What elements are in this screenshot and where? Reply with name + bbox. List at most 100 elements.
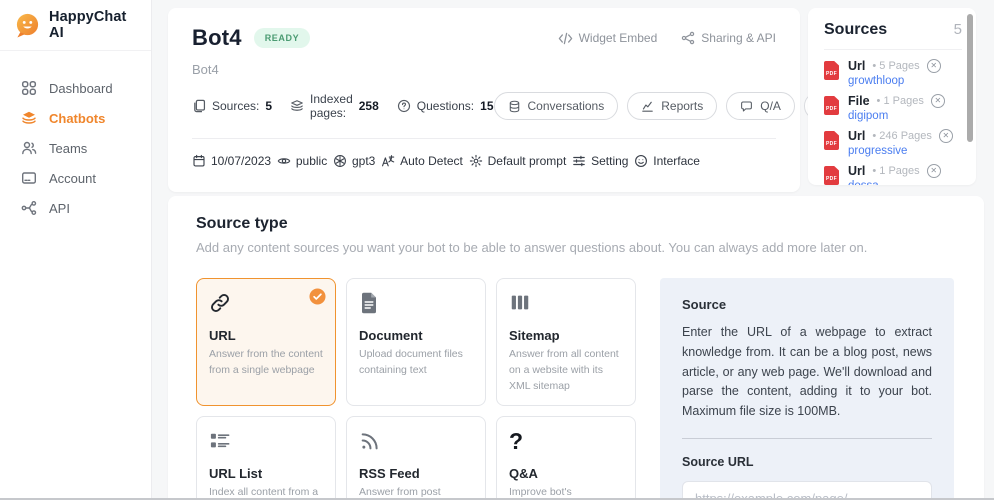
type-card-url-list[interactable]: URL List Index all content from a bulk l… [196, 416, 336, 500]
type-card-title: RSS Feed [359, 466, 420, 482]
sources-divider [824, 49, 962, 50]
stat-sources: Sources: 5 [192, 99, 272, 113]
stat-label: Sources: [212, 99, 260, 113]
sharing-api-label: Sharing & API [701, 31, 776, 45]
sidebar-item-api[interactable]: API [0, 193, 151, 223]
sidebar-nav: Dashboard Chatbots Teams Account API [0, 51, 151, 223]
type-card-document[interactable]: Document Upload document files containin… [346, 278, 486, 407]
calendar-icon [192, 154, 206, 168]
source-pages: 1 Pages [872, 165, 919, 177]
button-label: Q/A [760, 99, 781, 113]
sidebar-item-chatbots[interactable]: Chatbots [0, 103, 151, 133]
section-title: Source type [196, 215, 288, 232]
sources-scrollbar[interactable] [967, 14, 973, 142]
teams-users-icon [21, 140, 37, 156]
type-card-desc: Answer from all content on a website wit… [509, 348, 619, 392]
remove-source-button[interactable]: ✕ [930, 94, 945, 108]
source-link[interactable]: dossa [848, 180, 941, 185]
sidebar-item-label: Chatbots [49, 110, 106, 126]
sitemap-columns-icon [509, 291, 623, 315]
button-label: Reports [661, 99, 704, 113]
source-pages: 246 Pages [872, 130, 932, 142]
happychat-logo-icon [14, 12, 41, 39]
sidebar-item-label: Dashboard [49, 80, 113, 96]
header-divider [192, 138, 776, 139]
conversations-button[interactable]: Conversations [493, 92, 619, 120]
sharing-api-button[interactable]: Sharing & API [681, 31, 776, 45]
url-list-icon [209, 429, 323, 453]
sources-panel-title: Sources [824, 21, 888, 38]
meta-model: gpt3 [333, 154, 375, 168]
sliders-icon [572, 154, 586, 168]
smiley-icon [634, 154, 648, 168]
type-card-title: Q&A [509, 466, 538, 482]
document-icon [359, 291, 473, 315]
bot-subtitle: Bot4 [192, 62, 219, 77]
type-card-title: URL List [209, 466, 263, 482]
reports-button[interactable]: Reports [627, 92, 718, 120]
stack-layers-icon [290, 99, 304, 113]
type-card-qa[interactable]: ? Q&A Improve bot's performance with com… [496, 416, 636, 500]
rss-icon [359, 429, 473, 453]
button-label: Conversations [527, 99, 605, 113]
source-link[interactable]: growthloop [848, 75, 941, 87]
api-nodes-icon [21, 200, 37, 216]
translate-icon [381, 154, 395, 168]
type-card-title: Document [359, 328, 423, 343]
meta-label: Setting [591, 154, 629, 168]
source-detail-panel: Source Enter the URL of a webpage to ext… [660, 278, 954, 500]
account-card-icon [21, 170, 37, 186]
bot-title: Bot4 [192, 25, 242, 50]
remove-source-button[interactable]: ✕ [926, 164, 941, 178]
type-card-desc: Answer from the content from a single we… [209, 348, 323, 376]
source-type: Url [848, 164, 866, 178]
sources-count: 5 [953, 21, 962, 38]
share-nodes-icon [681, 31, 695, 45]
meta-label: Interface [653, 154, 700, 168]
source-pages: 5 Pages [872, 60, 919, 72]
dashboard-grid-icon [21, 80, 37, 96]
code-icon [558, 32, 573, 45]
gear-icon [469, 154, 483, 168]
meta-label: public [295, 154, 328, 168]
detail-title: Source [682, 297, 727, 312]
remove-source-button[interactable]: ✕ [926, 59, 941, 73]
type-card-url[interactable]: URL Answer from the content from a singl… [196, 278, 336, 407]
source-type: Url [848, 129, 866, 143]
source-list-item: PDF Url 5 Pages ✕ growthloop [824, 59, 962, 87]
stat-label: Questions: [416, 99, 475, 113]
section-subtitle: Add any content sources you want your bo… [196, 240, 868, 255]
detail-description: Enter the URL of a webpage to extract kn… [682, 325, 932, 418]
source-list-item: PDF Url 1 Pages ✕ dossa [824, 164, 962, 185]
widget-embed-label: Widget Embed [578, 31, 658, 45]
database-icon [508, 100, 521, 113]
qa-button[interactable]: Q/A [726, 92, 795, 120]
meta-setting: Setting [572, 154, 628, 168]
eye-icon [277, 154, 291, 168]
remove-source-button[interactable]: ✕ [938, 129, 953, 143]
widget-embed-button[interactable]: Widget Embed [558, 31, 658, 45]
type-card-rss-feed[interactable]: RSS Feed Answer from post content from a… [346, 416, 486, 500]
meta-label: Auto Detect [400, 154, 463, 168]
source-link[interactable]: progressive [848, 145, 953, 157]
speech-bubble-icon [740, 100, 753, 113]
stat-questions: Questions: 15 [397, 99, 494, 113]
source-list-item: PDF File 1 Pages ✕ digipom [824, 94, 962, 122]
sidebar-item-dashboard[interactable]: Dashboard [0, 73, 151, 103]
sidebar-item-account[interactable]: Account [0, 163, 151, 193]
meta-created-date: 10/07/2023 [192, 154, 271, 168]
sources-panel: Sources 5 PDF Url 5 Pages ✕ growthloop P… [808, 8, 976, 185]
app-name: HappyChat AI [49, 9, 127, 41]
stat-indexed-pages: Indexed pages: 258 [290, 92, 379, 120]
meta-label: gpt3 [351, 154, 376, 168]
question-circle-icon [397, 99, 411, 113]
source-type: Url [848, 59, 866, 73]
source-url-label: Source URL [682, 454, 754, 469]
sidebar-item-teams[interactable]: Teams [0, 133, 151, 163]
sidebar-item-label: Teams [49, 140, 88, 156]
source-link[interactable]: digipom [848, 110, 945, 122]
source-list-item: PDF Url 246 Pages ✕ progressive [824, 129, 962, 157]
type-card-sitemap[interactable]: Sitemap Answer from all content on a web… [496, 278, 636, 407]
app-logo[interactable]: HappyChat AI [0, 0, 151, 51]
meta-label: 10/07/2023 [211, 154, 272, 168]
